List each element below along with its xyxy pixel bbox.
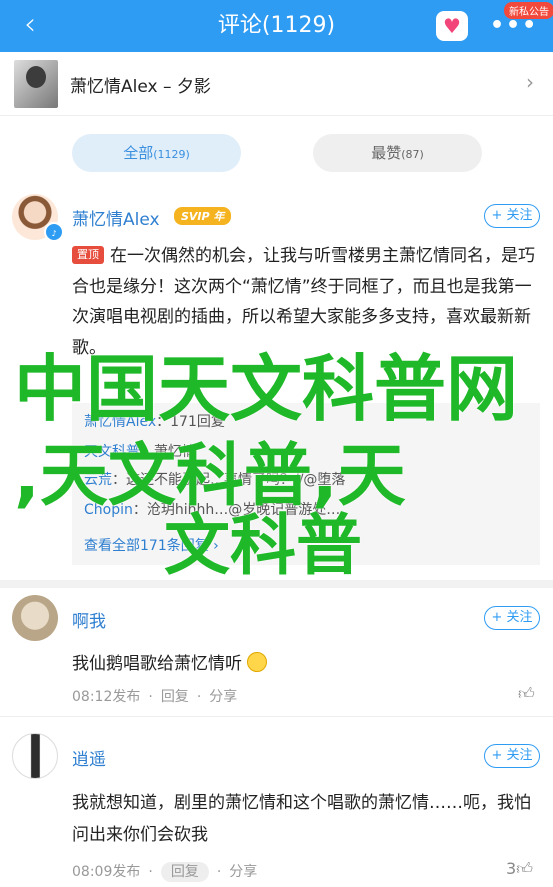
avatar[interactable] bbox=[12, 733, 58, 779]
share-button[interactable]: 分享 bbox=[209, 689, 237, 705]
thumbs-up-icon: 👍︎ bbox=[518, 684, 535, 703]
like-button[interactable]: 👍︎ bbox=[518, 684, 535, 704]
comment-text: 我仙鹅唱歌给萧忆情听 bbox=[72, 649, 268, 674]
comment-time: 08:09发布 bbox=[72, 864, 141, 880]
comment-meta: 08:12发布 · 回复 · 分享 bbox=[72, 689, 238, 705]
tab-all[interactable]: 全部(1129) bbox=[72, 134, 241, 172]
follow-button[interactable]: + 关注 bbox=[484, 204, 540, 228]
watermark-line: 文科普 bbox=[164, 507, 362, 584]
heart-icon[interactable]: ♥ bbox=[436, 11, 468, 41]
comment-body: 我仙鹅唱歌给萧忆情听 bbox=[72, 654, 242, 674]
avatar[interactable] bbox=[12, 595, 58, 641]
thumbs-up-icon: 👍︎ bbox=[516, 859, 533, 878]
song-title: 萧忆情Alex – 夕影 bbox=[70, 77, 211, 97]
like-count: 3 bbox=[506, 859, 517, 878]
comment-body: 我就想知道，剧里的萧忆情和这个唱歌的萧忆情……呃，我怕问出来你们会砍我 bbox=[72, 793, 531, 845]
tab-all-label: 全部 bbox=[123, 144, 154, 162]
comment-username[interactable]: 逍遥 bbox=[72, 745, 106, 770]
song-bar[interactable]: 萧忆情Alex – 夕影 › bbox=[0, 52, 553, 116]
pinned-badge: 置顶 bbox=[72, 246, 104, 264]
emoji-icon bbox=[247, 652, 268, 672]
svip-badge: SVIP 年 bbox=[174, 207, 232, 225]
notice-badge: 新私公告 bbox=[504, 2, 553, 19]
reply-button[interactable]: 回复 bbox=[161, 689, 189, 705]
divider bbox=[0, 716, 553, 717]
comment-username[interactable]: 萧忆情Alex bbox=[72, 205, 160, 230]
comment-time: 08:12发布 bbox=[72, 689, 141, 705]
comment-username[interactable]: 啊我 bbox=[72, 607, 106, 632]
chevron-right-icon: › bbox=[526, 70, 534, 94]
tab-all-count: (1129) bbox=[153, 148, 190, 161]
page-title: 评论(1129) bbox=[217, 13, 336, 38]
comment-tabs: 全部(1129) 最赞(87) bbox=[0, 116, 553, 188]
follow-button[interactable]: + 关注 bbox=[484, 606, 540, 630]
song-cover bbox=[14, 60, 58, 108]
top-bar: ‹ 评论(1129) ♥ ••• 新私公告 bbox=[0, 0, 553, 52]
tab-hot[interactable]: 最赞(87) bbox=[313, 134, 482, 172]
tab-hot-count: (87) bbox=[401, 148, 424, 161]
tab-hot-label: 最赞 bbox=[371, 144, 402, 162]
like-button[interactable]: 3👍︎ bbox=[506, 859, 533, 879]
follow-button[interactable]: + 关注 bbox=[484, 744, 540, 768]
reply-button[interactable]: 回复 bbox=[160, 862, 209, 882]
share-button[interactable]: 分享 bbox=[229, 864, 257, 880]
verified-icon: ♪ bbox=[44, 222, 64, 242]
comment-meta: 08:09发布 · 回复 · 分享 bbox=[72, 862, 258, 882]
